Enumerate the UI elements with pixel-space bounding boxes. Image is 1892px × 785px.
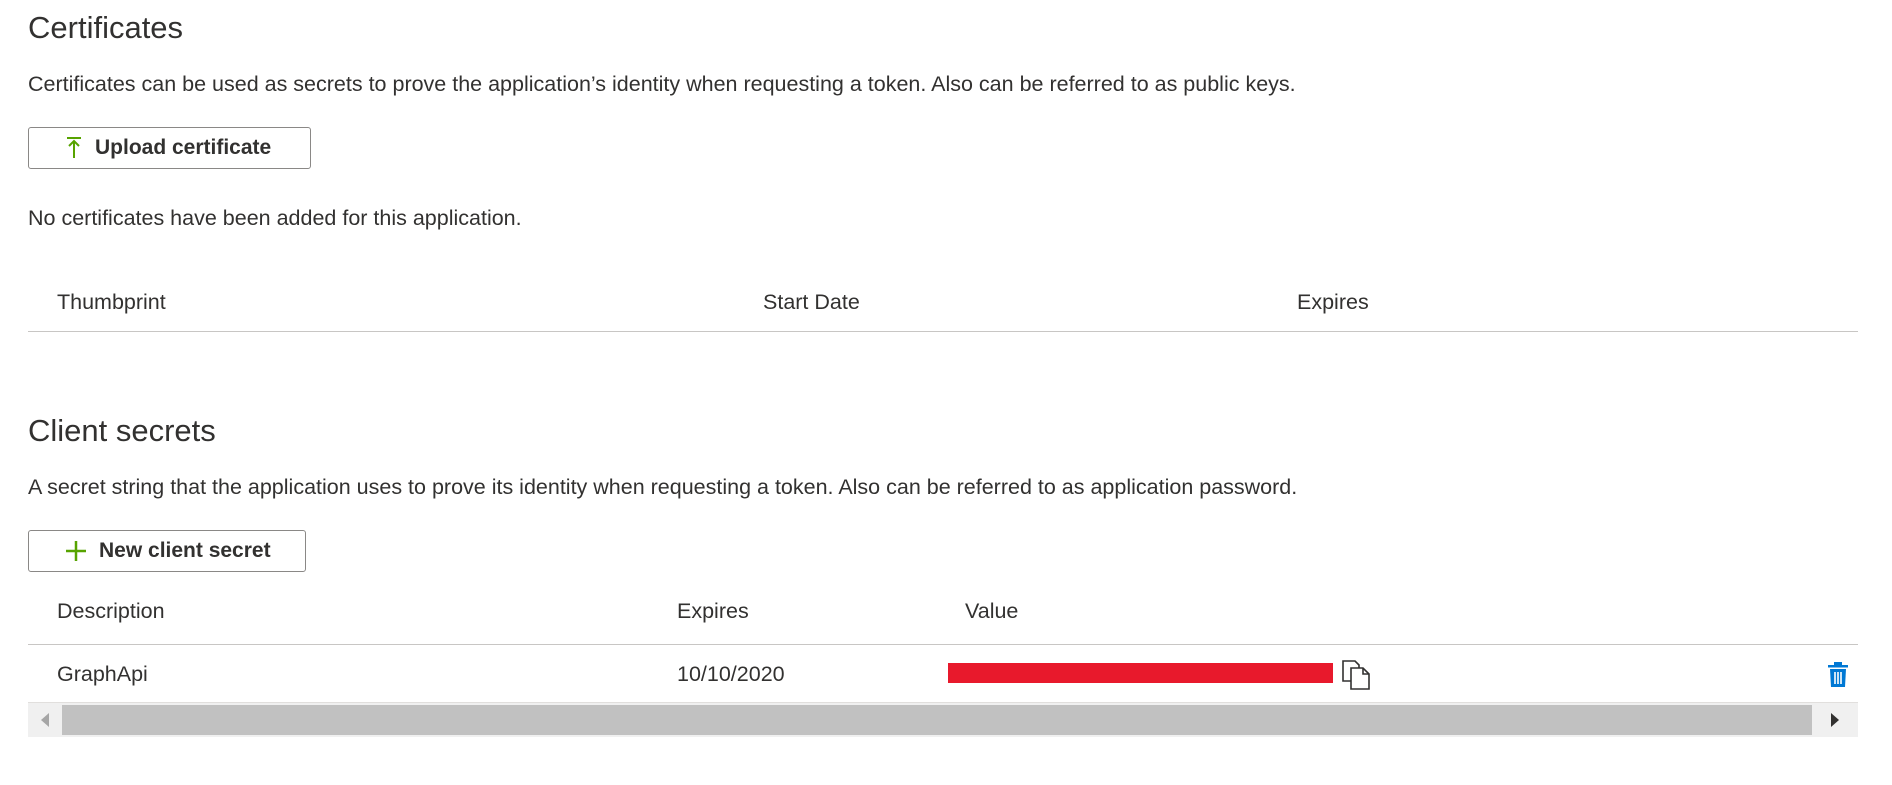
scroll-right-arrow-icon[interactable] xyxy=(1818,703,1852,737)
trash-icon[interactable] xyxy=(1827,662,1849,693)
secret-value-redacted xyxy=(948,663,1333,683)
upload-arrow-icon xyxy=(65,136,83,160)
secret-expires: 10/10/2020 xyxy=(677,662,785,686)
certificates-description: Certificates can be used as secrets to p… xyxy=(28,72,1296,96)
certificates-table-header: Thumbprint Start Date Expires xyxy=(28,272,1858,332)
secret-description: GraphApi xyxy=(57,662,148,686)
new-client-secret-label: New client secret xyxy=(99,539,271,562)
certificates-title: Certificates xyxy=(28,10,184,45)
horizontal-scrollbar[interactable] xyxy=(28,703,1858,737)
column-start-date[interactable]: Start Date xyxy=(763,272,860,332)
table-row: GraphApi 10/10/2020 xyxy=(28,645,1858,703)
upload-certificate-label: Upload certificate xyxy=(95,136,272,159)
column-description[interactable]: Description xyxy=(57,583,165,639)
client-secrets-table-header: Description Expires Value xyxy=(28,583,1858,645)
column-value[interactable]: Value xyxy=(965,583,1018,639)
client-secrets-title: Client secrets xyxy=(28,413,216,448)
scroll-left-arrow-icon[interactable] xyxy=(28,703,62,737)
copy-icon[interactable] xyxy=(1341,659,1371,696)
scrollbar-thumb[interactable] xyxy=(62,705,1812,735)
no-certificates-message: No certificates have been added for this… xyxy=(28,206,522,230)
column-expires[interactable]: Expires xyxy=(1297,272,1369,332)
upload-certificate-button[interactable]: Upload certificate xyxy=(28,127,311,169)
column-expires[interactable]: Expires xyxy=(677,583,749,639)
column-thumbprint[interactable]: Thumbprint xyxy=(57,272,166,332)
client-secrets-description: A secret string that the application use… xyxy=(28,475,1298,499)
plus-icon xyxy=(65,540,87,562)
new-client-secret-button[interactable]: New client secret xyxy=(28,530,306,572)
